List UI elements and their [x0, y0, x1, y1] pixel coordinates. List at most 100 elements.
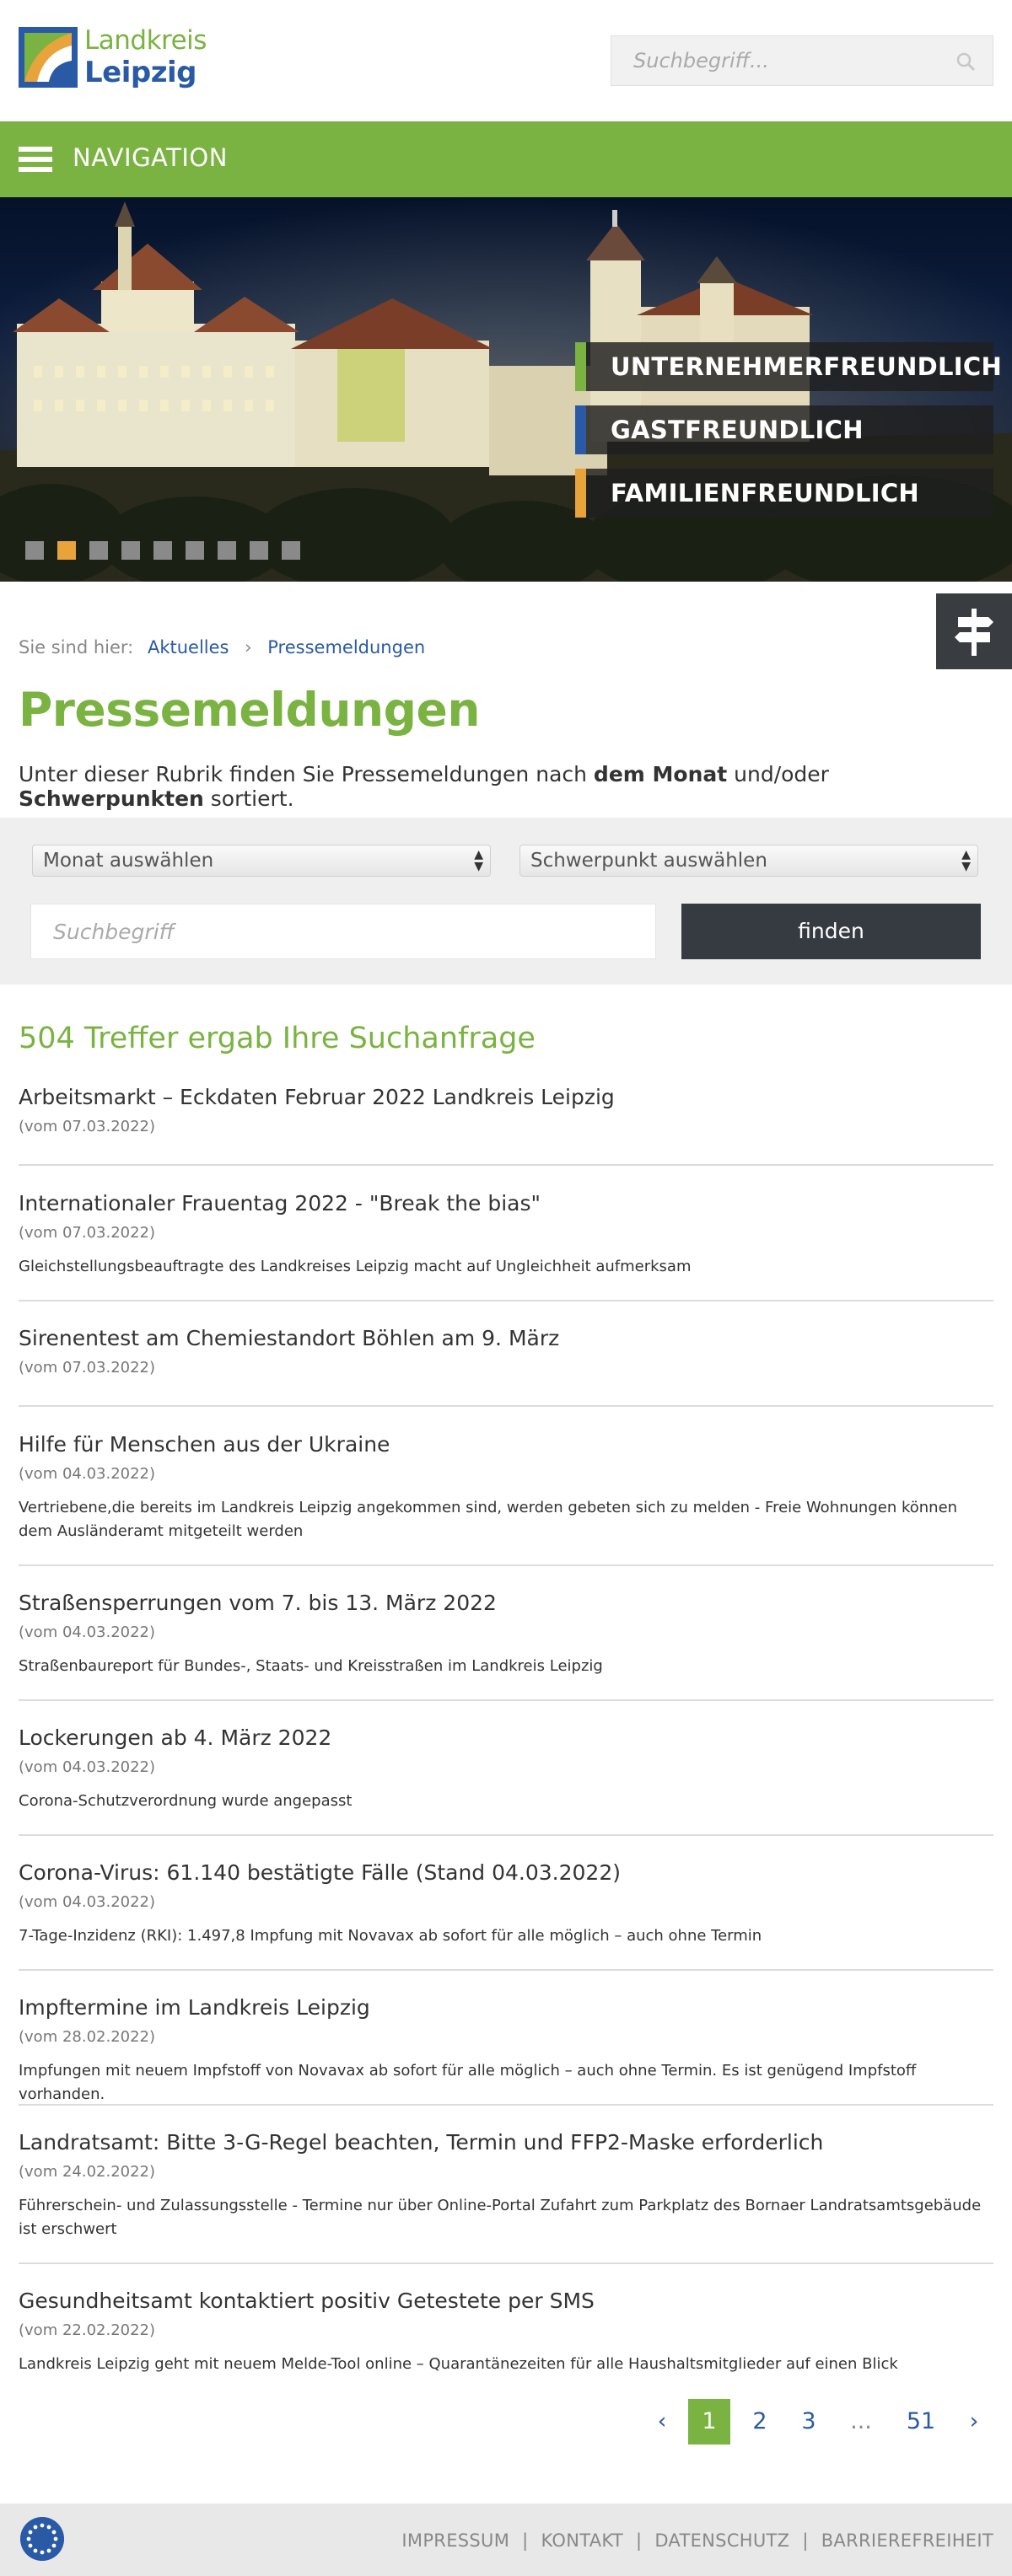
intro-text: Unter dieser Rubrik finden Sie Pressemel…	[19, 762, 594, 786]
slider-dot[interactable]	[25, 541, 44, 560]
pagination-page[interactable]: 3	[788, 2399, 830, 2445]
pagination-next[interactable]: ›	[961, 2399, 987, 2445]
news-summary: Gleichstellungsbeauftragte des Landkreis…	[19, 1258, 692, 1275]
news-title-link[interactable]: Corona-Virus: 61.140 bestätigte Fälle (S…	[19, 1860, 993, 1886]
landkreis-leipzig-logo[interactable]: Landkreis Leipzig	[19, 25, 207, 96]
badge-gastfreundlich[interactable]: GASTFREUNDLICH	[575, 405, 993, 454]
news-title-link[interactable]: Hilfe für Menschen aus der Ukraine	[19, 1431, 993, 1458]
logo-mark-icon	[19, 27, 78, 88]
pagination-prev[interactable]: ‹	[649, 2399, 675, 2445]
header-search	[611, 35, 993, 86]
divider	[19, 1405, 993, 1407]
badge-familienfreundlich[interactable]: FAMILIENFREUNDLICH	[575, 469, 993, 518]
badge-label: UNTERNEHMERFREUNDLICH	[611, 352, 1003, 381]
breadcrumb-link-aktuelles[interactable]: Aktuelles	[148, 637, 229, 657]
slider-dot[interactable]	[282, 541, 300, 560]
eu-stars-icon[interactable]	[20, 2517, 64, 2561]
navigation-label[interactable]: NAVIGATION	[73, 143, 228, 172]
signpost-icon	[955, 609, 993, 656]
pagination-page-last[interactable]: 51	[897, 2399, 945, 2445]
badge-bar-blue	[575, 405, 586, 454]
select-arrows-icon: ▲ ▼	[961, 848, 971, 873]
select-arrows-icon: ▲ ▼	[474, 848, 483, 873]
footer-link-barrierefreiheit[interactable]: BARRIEREFREIHEIT	[821, 2530, 993, 2551]
list-item: Impftermine im Landkreis Leipzig (vom 28…	[19, 1994, 993, 2106]
divider	[19, 1164, 993, 1166]
list-item: Gesundheitsamt kontaktiert positiv Getes…	[19, 2288, 993, 2376]
divider	[19, 2104, 993, 2106]
pagination-ellipsis: ...	[850, 2408, 872, 2434]
page-intro: Unter dieser Rubrik finden Sie Pressemel…	[19, 762, 1012, 811]
site-header: Landkreis Leipzig	[0, 0, 1012, 121]
pagination-page[interactable]: 2	[739, 2399, 781, 2445]
slider-dot[interactable]	[121, 541, 140, 560]
menu-icon[interactable]	[19, 147, 52, 172]
logo-text-leipzig: Leipzig	[84, 56, 197, 89]
header-search-input[interactable]	[611, 36, 993, 85]
intro-text: sortiert.	[203, 786, 294, 811]
result-count: 504 Treffer ergab Ihre Suchanfrage	[19, 1022, 536, 1055]
month-select[interactable]: Monat auswählen ▲ ▼	[32, 845, 491, 877]
page-title: Pressemeldungen	[19, 683, 481, 737]
intro-text: und/oder	[727, 762, 829, 786]
slider-dot[interactable]	[89, 541, 108, 560]
find-button[interactable]: finden	[681, 904, 981, 959]
filter-search	[30, 904, 656, 959]
slider-dot[interactable]	[186, 541, 204, 560]
site-footer: IMPRESSUM | KONTAKT | DATENSCHUTZ | BARR…	[0, 2504, 1012, 2576]
news-title-link[interactable]: Internationaler Frauentag 2022 - "Break …	[19, 1190, 993, 1217]
slider-dot[interactable]	[218, 541, 236, 560]
breadcrumb-separator: ›	[245, 637, 252, 657]
divider	[19, 1564, 993, 1566]
footer-link-kontakt[interactable]: KONTAKT	[541, 2530, 623, 2551]
footer-links: IMPRESSUM | KONTAKT | DATENSCHUTZ | BARR…	[401, 2530, 993, 2551]
badge-unternehmerfreundlich[interactable]: UNTERNEHMERFREUNDLICH	[575, 342, 1002, 391]
slider-dot-active[interactable]	[57, 541, 76, 560]
news-date: (vom 22.02.2022)	[19, 2321, 156, 2339]
search-icon[interactable]	[955, 51, 976, 72]
badge-label: GASTFREUNDLICH	[611, 416, 864, 444]
signpost-button[interactable]	[936, 593, 1012, 669]
footer-link-datenschutz[interactable]: DATENSCHUTZ	[654, 2530, 789, 2551]
news-title-link[interactable]: Lockerungen ab 4. März 2022	[19, 1725, 993, 1752]
navigation-bar[interactable]: NAVIGATION	[0, 121, 1012, 197]
list-item: Lockerungen ab 4. März 2022 (vom 04.03.2…	[19, 1725, 993, 1813]
news-summary: Vertriebene,die bereits im Landkreis Lei…	[19, 1499, 958, 1540]
list-item: Corona-Virus: 61.140 bestätigte Fälle (S…	[19, 1860, 993, 1948]
focus-select-value: Schwerpunkt auswählen	[530, 850, 767, 872]
footer-separator: |	[522, 2530, 529, 2551]
filter-search-input[interactable]	[31, 904, 655, 958]
news-date: (vom 04.03.2022)	[19, 1623, 156, 1641]
divider	[19, 1300, 993, 1301]
divider	[19, 2262, 993, 2264]
focus-select[interactable]: Schwerpunkt auswählen ▲ ▼	[519, 845, 978, 877]
filter-panel: Monat auswählen ▲ ▼ Schwerpunkt auswählen…	[0, 818, 1012, 985]
divider	[19, 1699, 993, 1701]
intro-bold-month: dem Monat	[593, 762, 728, 786]
list-item: Hilfe für Menschen aus der Ukraine (vom …	[19, 1431, 993, 1543]
news-summary: Corona-Schutzverordnung wurde angepasst	[19, 1792, 353, 1810]
breadcrumb-prefix: Sie sind hier:	[19, 637, 134, 657]
slider-dot[interactable]	[153, 541, 172, 560]
badge-bar-orange	[575, 469, 586, 518]
breadcrumb-link-pressemeldungen[interactable]: Pressemeldungen	[267, 637, 425, 657]
news-title-link[interactable]: Arbeitsmarkt – Eckdaten Februar 2022 Lan…	[19, 1084, 993, 1111]
news-date: (vom 07.03.2022)	[19, 1359, 156, 1377]
news-title-link[interactable]: Gesundheitsamt kontaktiert positiv Getes…	[19, 2288, 993, 2315]
footer-link-impressum[interactable]: IMPRESSUM	[401, 2530, 509, 2551]
news-date: (vom 28.02.2022)	[19, 2028, 156, 2046]
footer-separator: |	[635, 2530, 643, 2551]
news-title-link[interactable]: Impftermine im Landkreis Leipzig	[19, 1994, 993, 2021]
list-item: Landratsamt: Bitte 3-G-Regel beachten, T…	[19, 2129, 993, 2241]
divider	[19, 1834, 993, 1836]
slider-dot[interactable]	[250, 541, 268, 560]
badge-label: FAMILIENFREUNDLICH	[611, 479, 919, 507]
news-title-link[interactable]: Sirenentest am Chemiestandort Böhlen am …	[19, 1325, 993, 1352]
hero-slider: UNTERNEHMERFREUNDLICH GASTFREUNDLICH FAM…	[0, 197, 1012, 582]
divider	[19, 1969, 993, 1971]
intro-bold-focus: Schwerpunkten	[19, 786, 204, 811]
news-title-link[interactable]: Landratsamt: Bitte 3-G-Regel beachten, T…	[19, 2129, 993, 2156]
news-date: (vom 04.03.2022)	[19, 1465, 156, 1483]
pagination-page-current[interactable]: 1	[688, 2399, 730, 2445]
news-title-link[interactable]: Straßensperrungen vom 7. bis 13. März 20…	[19, 1590, 993, 1617]
